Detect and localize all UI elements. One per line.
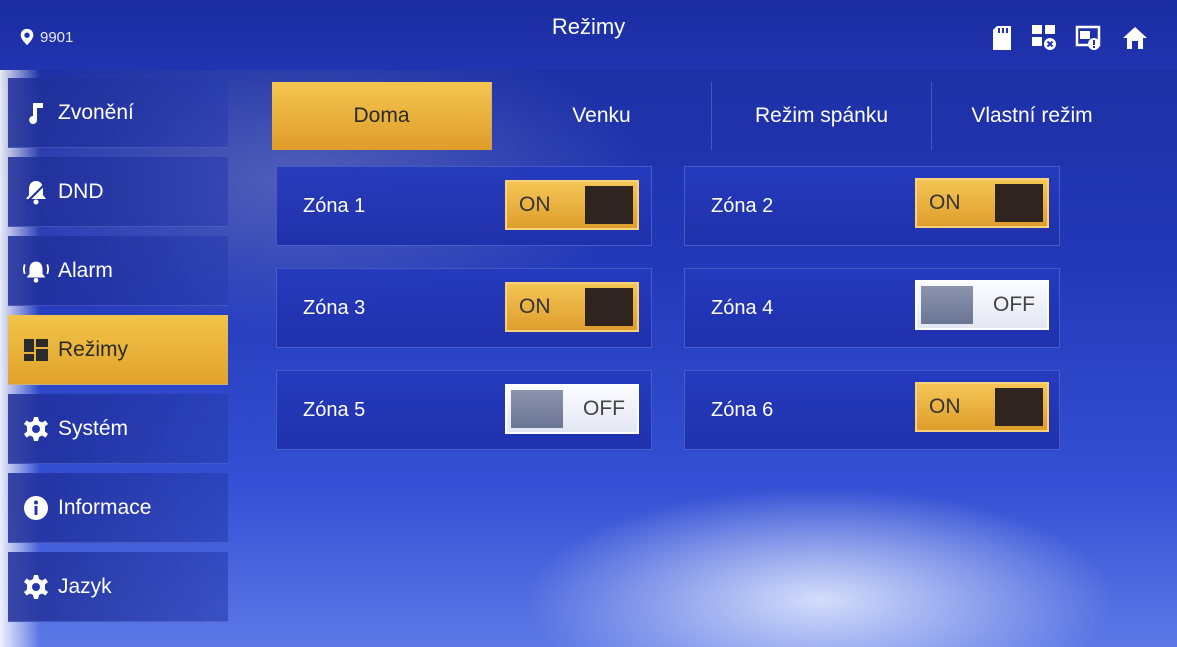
music-note-icon <box>22 99 50 127</box>
sidebar-item-dnd[interactable]: DND <box>8 157 228 227</box>
zone-2-row: Zóna 2 ON <box>684 166 1060 246</box>
sidebar: Zvonění DND Alarm Režimy Systém Informac… <box>8 78 228 631</box>
tab-rezim-spanku[interactable]: Režim spánku <box>712 82 932 150</box>
zone-2-toggle[interactable]: ON <box>915 178 1049 228</box>
sidebar-item-label: Jazyk <box>58 574 112 598</box>
toggle-state: ON <box>519 193 551 216</box>
info-icon <box>22 494 50 522</box>
zone-6-row: Zóna 6 ON <box>684 370 1060 450</box>
status-icons <box>991 24 1149 52</box>
toggle-knob <box>585 288 633 326</box>
toggle-state: ON <box>929 191 961 214</box>
mode-tabs: Doma Venku Režim spánku Vlastní režim <box>272 82 1132 150</box>
tab-venku[interactable]: Venku <box>492 82 712 150</box>
zone-label: Zóna 6 <box>711 398 774 421</box>
sidebar-item-system[interactable]: Systém <box>8 394 228 464</box>
sd-card-icon <box>993 26 1011 50</box>
zone-label: Zóna 3 <box>303 296 366 319</box>
toggle-knob <box>995 184 1043 222</box>
zone-5-row: Zóna 5 OFF <box>276 370 652 450</box>
bell-mute-icon <box>22 178 50 206</box>
zone-label: Zóna 2 <box>711 194 774 217</box>
zone-5-toggle[interactable]: OFF <box>505 384 639 434</box>
network-error-icon <box>1032 25 1056 50</box>
sidebar-item-jazyk[interactable]: Jazyk <box>8 552 228 622</box>
toggle-knob <box>585 186 633 224</box>
sidebar-item-zvoneni[interactable]: Zvonění <box>8 78 228 148</box>
toggle-knob <box>511 390 563 428</box>
gear-icon <box>22 573 50 601</box>
toggle-knob <box>921 286 973 324</box>
modes-grid-icon <box>22 336 50 364</box>
zone-label: Zóna 4 <box>711 296 774 319</box>
tab-vlastni-rezim[interactable]: Vlastní režim <box>932 82 1132 150</box>
sidebar-item-label: Režimy <box>58 337 129 361</box>
zone-4-toggle[interactable]: OFF <box>915 280 1049 330</box>
toggle-state: OFF <box>993 293 1035 316</box>
sidebar-item-alarm[interactable]: Alarm <box>8 236 228 306</box>
sidebar-item-informace[interactable]: Informace <box>8 473 228 543</box>
toggle-state: OFF <box>583 397 625 420</box>
tab-doma[interactable]: Doma <box>272 82 492 150</box>
zone-4-row: Zóna 4 OFF <box>684 268 1060 348</box>
zone-1-row: Zóna 1 ON <box>276 166 652 246</box>
zone-3-row: Zóna 3 ON <box>276 268 652 348</box>
zone-1-toggle[interactable]: ON <box>505 180 639 230</box>
alarm-bell-icon <box>22 257 50 285</box>
zone-label: Zóna 5 <box>303 398 366 421</box>
top-bar: 9901 Režimy <box>0 0 1177 70</box>
zone-3-toggle[interactable]: ON <box>505 282 639 332</box>
sidebar-item-rezimy[interactable]: Režimy <box>8 315 228 385</box>
screen: 9901 Režimy Zvonění DND Alarm Režimy Sys… <box>0 0 1177 647</box>
sidebar-item-label: DND <box>58 179 104 203</box>
sidebar-item-label: Alarm <box>58 258 113 282</box>
sidebar-item-label: Informace <box>58 495 152 519</box>
toggle-state: ON <box>519 295 551 318</box>
gear-icon <box>22 415 50 443</box>
camera-alert-icon <box>1075 25 1101 50</box>
sidebar-item-label: Zvonění <box>58 100 134 124</box>
sidebar-item-label: Systém <box>58 416 129 440</box>
toggle-knob <box>995 388 1043 426</box>
zone-6-toggle[interactable]: ON <box>915 382 1049 432</box>
zone-label: Zóna 1 <box>303 194 366 217</box>
toggle-state: ON <box>929 395 961 418</box>
home-icon[interactable] <box>1121 25 1149 51</box>
